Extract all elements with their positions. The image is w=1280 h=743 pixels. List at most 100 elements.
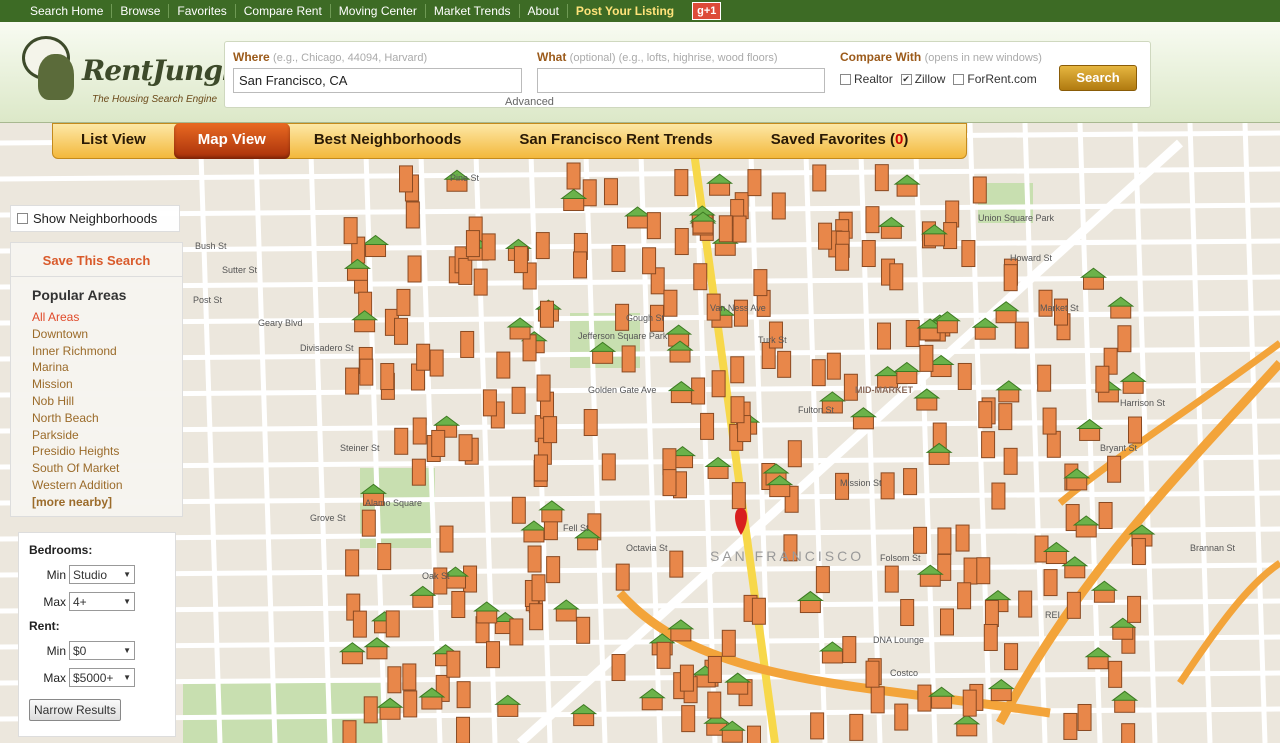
listing-marker[interactable] (842, 636, 857, 664)
listing-marker[interactable] (496, 351, 511, 379)
apartment-building-icon[interactable] (957, 362, 972, 390)
listing-marker[interactable] (905, 320, 920, 348)
listing-marker[interactable] (1003, 447, 1018, 475)
house-icon[interactable] (896, 182, 918, 197)
compare-realtor[interactable]: Realtor (840, 72, 893, 86)
listing-marker[interactable] (446, 650, 461, 678)
listing-marker[interactable] (893, 361, 921, 385)
tab-best-neighborhoods[interactable]: Best Neighborhoods (290, 123, 486, 159)
apartment-building-icon[interactable] (849, 713, 864, 741)
apartment-building-icon[interactable] (940, 608, 955, 636)
listing-marker[interactable] (646, 212, 661, 240)
zillow-checkbox[interactable]: ✔ (900, 73, 912, 85)
house-icon[interactable] (592, 349, 614, 364)
house-icon[interactable] (799, 599, 821, 614)
listing-marker[interactable] (747, 169, 762, 197)
apartment-building-icon[interactable] (1043, 569, 1058, 597)
listing-marker[interactable] (402, 663, 417, 691)
apartment-building-icon[interactable] (865, 660, 880, 688)
apartment-building-icon[interactable] (1127, 416, 1142, 444)
listing-marker[interactable] (972, 176, 987, 204)
apartment-building-icon[interactable] (405, 201, 420, 229)
listing-marker[interactable] (718, 215, 733, 243)
listing-marker[interactable] (943, 222, 958, 250)
apartment-building-icon[interactable] (352, 610, 367, 638)
listing-marker[interactable] (399, 165, 414, 193)
house-icon[interactable] (669, 348, 691, 363)
apartment-building-icon[interactable] (399, 165, 414, 193)
listing-marker[interactable] (603, 178, 618, 206)
apartment-building-icon[interactable] (732, 215, 747, 243)
google-plus-button[interactable]: g+1 (692, 2, 722, 20)
house-icon[interactable] (974, 325, 996, 340)
apartment-building-icon[interactable] (870, 686, 885, 714)
apartment-building-icon[interactable] (663, 289, 678, 317)
apartment-building-icon[interactable] (962, 689, 977, 717)
house-icon[interactable] (916, 396, 938, 411)
area-inner-richmond[interactable]: Inner Richmond (32, 343, 182, 360)
advanced-link[interactable]: Advanced (505, 96, 554, 108)
apartment-building-icon[interactable] (407, 255, 422, 283)
apartment-building-icon[interactable] (429, 349, 444, 377)
house-icon[interactable] (727, 680, 749, 695)
listing-marker[interactable] (1018, 590, 1033, 618)
listing-marker[interactable] (815, 566, 830, 594)
listing-marker[interactable] (889, 263, 904, 291)
listing-marker[interactable] (732, 215, 747, 243)
house-icon[interactable] (1075, 523, 1097, 538)
apartment-building-icon[interactable] (972, 176, 987, 204)
listing-marker[interactable] (345, 367, 360, 395)
apartment-building-icon[interactable] (874, 164, 889, 192)
listing-marker[interactable] (543, 416, 558, 444)
apartment-building-icon[interactable] (1127, 595, 1142, 623)
house-icon[interactable] (930, 363, 952, 378)
listing-marker[interactable] (991, 482, 1006, 510)
listing-marker[interactable] (343, 217, 358, 245)
listing-marker[interactable] (919, 344, 934, 372)
listing-marker[interactable] (394, 317, 409, 345)
apartment-building-icon[interactable] (573, 251, 588, 279)
save-search-link[interactable]: Save This Search (11, 243, 182, 277)
apartment-building-icon[interactable] (359, 358, 374, 386)
house-roof-icon[interactable] (409, 585, 437, 596)
apartment-building-icon[interactable] (456, 716, 471, 743)
listing-marker[interactable] (880, 472, 895, 500)
area-south-of-market[interactable]: South Of Market (32, 460, 182, 477)
listing-marker[interactable] (359, 358, 374, 386)
apartment-building-icon[interactable] (937, 527, 952, 555)
apartment-building-icon[interactable] (473, 268, 488, 296)
nav-about[interactable]: About (520, 4, 568, 18)
house-icon[interactable] (476, 609, 498, 624)
listing-marker[interactable] (1037, 364, 1052, 392)
apartment-building-icon[interactable] (721, 629, 736, 657)
apartment-building-icon[interactable] (582, 179, 597, 207)
listing-marker[interactable] (962, 689, 977, 717)
listing-marker[interactable] (849, 713, 864, 741)
listing-marker[interactable] (706, 173, 734, 196)
house-icon[interactable] (573, 712, 595, 727)
listing-marker[interactable] (481, 233, 496, 261)
apartment-building-icon[interactable] (730, 356, 745, 384)
listing-marker[interactable] (674, 169, 689, 197)
area-western-addition[interactable]: Western Addition (32, 477, 182, 494)
house-icon[interactable] (936, 319, 958, 334)
apartment-building-icon[interactable] (810, 712, 825, 740)
listing-marker[interactable] (995, 380, 1023, 403)
house-icon[interactable] (880, 224, 902, 239)
house-icon[interactable] (541, 508, 563, 523)
listing-marker[interactable] (669, 550, 684, 578)
house-icon[interactable] (346, 266, 368, 281)
house-icon[interactable] (769, 483, 791, 498)
house-icon[interactable] (1093, 588, 1115, 603)
apartment-building-icon[interactable] (700, 412, 715, 440)
apartment-building-icon[interactable] (439, 525, 454, 553)
listing-marker[interactable] (380, 363, 395, 391)
apartment-building-icon[interactable] (546, 556, 561, 584)
listing-marker[interactable] (642, 247, 657, 275)
apartment-building-icon[interactable] (1117, 325, 1132, 353)
area-all-areas[interactable]: All Areas (32, 309, 182, 326)
listing-marker[interactable] (615, 563, 630, 591)
house-roof-icon[interactable] (893, 361, 921, 373)
apartment-building-icon[interactable] (482, 389, 497, 417)
listing-marker[interactable] (458, 257, 473, 285)
